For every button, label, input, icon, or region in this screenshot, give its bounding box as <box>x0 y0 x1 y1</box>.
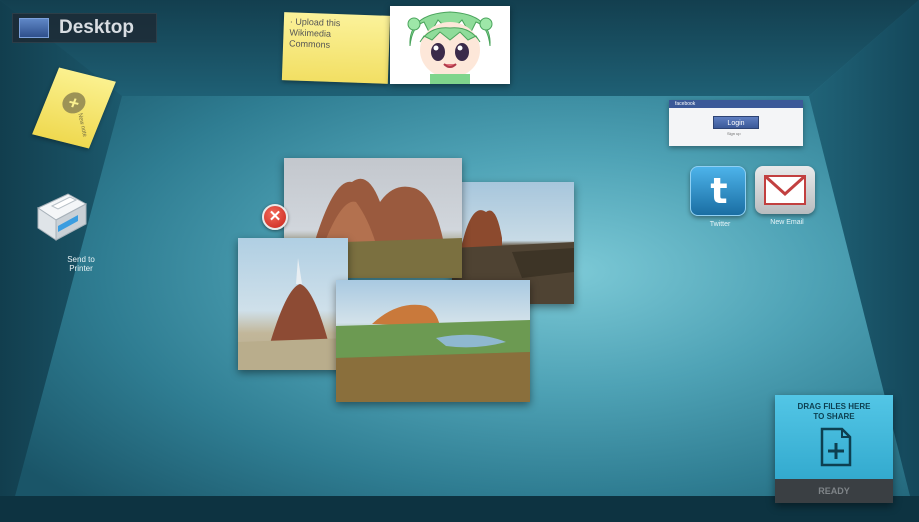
twitter-glyph: t <box>710 171 728 212</box>
photo-geyser-pond[interactable] <box>336 280 530 402</box>
anime-character-image <box>390 6 510 84</box>
document-plus-icon <box>820 427 852 467</box>
share-instructions: DRAG FILES HERE TO SHARE <box>797 402 871 421</box>
twitter-label: Twitter <box>709 221 731 228</box>
twitter-icon[interactable]: t <box>690 166 746 216</box>
printer-label: Send to Printer <box>67 255 95 273</box>
anime-picture[interactable] <box>390 6 510 84</box>
facebook-signup-link[interactable]: Sign up <box>727 131 741 136</box>
share-status: READY <box>775 479 893 503</box>
new-note-label: New note <box>76 112 88 138</box>
desktop-button[interactable]: Desktop <box>12 13 157 43</box>
facebook-widget[interactable]: facebook Login Sign up <box>669 100 803 146</box>
close-icon[interactable]: ✕ <box>262 204 288 230</box>
share-drop-zone[interactable]: DRAG FILES HERE TO SHARE READY <box>775 395 893 503</box>
sticky-note-text: · Upload this Wikimedia Commons <box>288 16 341 50</box>
photo-geyser-cone[interactable] <box>238 238 348 370</box>
desktop-label: Desktop <box>59 17 134 38</box>
desktop-icon <box>19 18 49 38</box>
email-label: New Email <box>770 219 804 226</box>
plus-circle-icon: + <box>59 89 89 116</box>
facebook-login-button[interactable]: Login <box>713 116 759 129</box>
sticky-note[interactable]: · Upload this Wikimedia Commons <box>281 12 391 84</box>
envelope-icon[interactable] <box>755 166 815 214</box>
bump-room: Desktop · Upload this Wikimedia Commons … <box>0 0 919 522</box>
facebook-header: facebook <box>669 100 803 108</box>
printer-icon[interactable] <box>28 186 92 246</box>
